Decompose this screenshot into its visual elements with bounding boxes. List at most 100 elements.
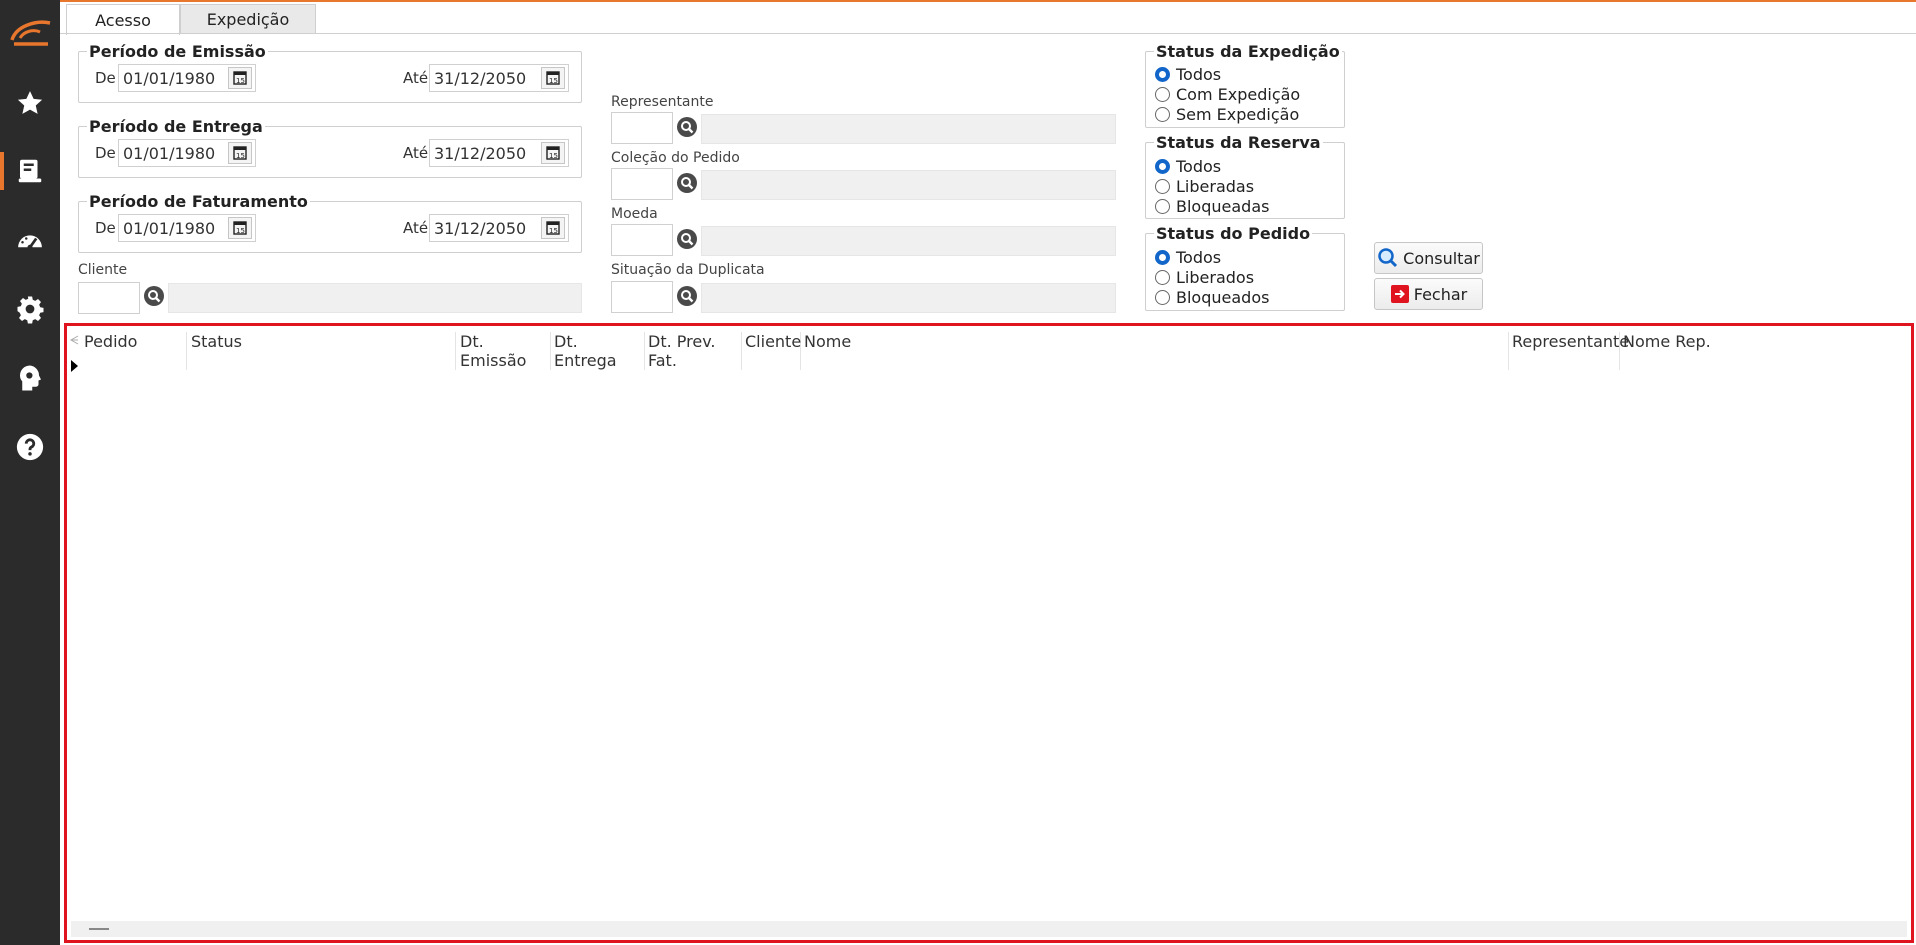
sidebar-item-settings[interactable]: [0, 286, 60, 332]
column-header[interactable]: Pedido: [81, 332, 187, 370]
radio-dot: [1155, 87, 1170, 102]
radio-sem-expedicao[interactable]: Sem Expedição: [1155, 105, 1299, 124]
exit-icon: [1390, 285, 1409, 303]
tab-acesso[interactable]: Acesso: [66, 4, 180, 35]
situacao-description: [701, 283, 1116, 313]
radio-liberados[interactable]: Liberados: [1155, 268, 1254, 287]
brand-logo[interactable]: [6, 14, 56, 50]
calendar-button[interactable]: 15: [541, 142, 565, 164]
calendar-icon: 15: [546, 71, 560, 85]
entrega-de-input[interactable]: 01/01/1980 15: [118, 139, 256, 167]
sidebar-item-intelligence[interactable]: [0, 355, 60, 401]
scrollbar-thumb[interactable]: [89, 928, 109, 930]
faturamento-ate-input[interactable]: 31/12/2050 15: [429, 214, 569, 242]
column-header[interactable]: Nome: [801, 332, 1509, 370]
column-header[interactable]: Dt. Emissão: [457, 332, 551, 370]
date-value: 01/01/1980: [123, 218, 216, 238]
situacao-label: Situação da Duplicata: [611, 262, 765, 278]
situacao-code-input[interactable]: [611, 281, 673, 313]
radio-expedicao-todos[interactable]: Todos: [1155, 65, 1221, 84]
search-icon[interactable]: [676, 172, 698, 194]
calendar-button[interactable]: 15: [228, 67, 252, 89]
horizontal-scrollbar[interactable]: [71, 921, 1907, 937]
radio-bloqueadas[interactable]: Bloqueadas: [1155, 197, 1269, 216]
radio-bloqueados[interactable]: Bloqueados: [1155, 288, 1269, 307]
colecao-code-input[interactable]: [611, 168, 673, 200]
ate-label: Até: [403, 144, 429, 162]
search-icon[interactable]: [676, 285, 698, 307]
results-grid[interactable]: Pedido Status Dt. Emissão Dt. Entrega Dt…: [64, 323, 1914, 943]
star-icon: [17, 91, 43, 114]
calendar-icon: 15: [546, 146, 560, 160]
radio-dot: [1155, 179, 1170, 194]
search-icon[interactable]: [676, 228, 698, 250]
button-label: Consultar: [1403, 248, 1480, 268]
calendar-button[interactable]: 15: [541, 67, 565, 89]
calendar-button[interactable]: 15: [228, 142, 252, 164]
column-resize-icon[interactable]: [69, 334, 79, 346]
radio-dot: [1155, 67, 1170, 82]
sidebar-item-help[interactable]: [0, 424, 60, 470]
svg-text:15: 15: [236, 227, 245, 235]
svg-text:15: 15: [549, 77, 558, 85]
column-header[interactable]: Nome Rep.: [1620, 332, 1820, 370]
radio-dot: [1155, 250, 1170, 265]
radio-liberadas[interactable]: Liberadas: [1155, 177, 1254, 196]
representante-code-input[interactable]: [611, 112, 673, 144]
radio-com-expedicao[interactable]: Com Expedição: [1155, 85, 1300, 104]
svg-text:15: 15: [236, 77, 245, 85]
column-header[interactable]: Representante: [1509, 332, 1629, 370]
sidebar-item-favorites[interactable]: [0, 80, 60, 126]
radio-pedido-todos[interactable]: Todos: [1155, 248, 1221, 267]
sidebar-item-dashboard[interactable]: [0, 218, 60, 264]
emissao-de-input[interactable]: 01/01/1980 15: [118, 64, 256, 92]
radio-label: Todos: [1176, 248, 1222, 267]
svg-text:15: 15: [549, 152, 558, 160]
book-icon: [18, 159, 42, 183]
sidebar: [0, 0, 60, 945]
search-icon[interactable]: [143, 285, 165, 307]
button-label: Fechar: [1413, 284, 1468, 304]
emissao-ate-input[interactable]: 31/12/2050 15: [429, 64, 569, 92]
svg-text:15: 15: [549, 227, 558, 235]
colecao-description: [701, 170, 1116, 200]
calendar-button[interactable]: 15: [228, 217, 252, 239]
column-header[interactable]: Cliente: [742, 332, 801, 370]
date-value: 31/12/2050: [434, 68, 527, 88]
radio-reserva-todos[interactable]: Todos: [1155, 157, 1221, 176]
column-header[interactable]: Dt. Entrega: [551, 332, 645, 370]
sidebar-item-documents[interactable]: [0, 148, 60, 194]
group-title: Status da Expedição: [1156, 42, 1340, 61]
radio-label: Todos: [1176, 65, 1222, 84]
accent-line: [60, 0, 1916, 2]
date-value: 01/01/1980: [123, 143, 216, 163]
ate-label: Até: [403, 219, 429, 237]
colecao-label: Coleção do Pedido: [611, 150, 740, 166]
representante-label: Representante: [611, 94, 714, 110]
calendar-button[interactable]: 15: [541, 217, 565, 239]
fechar-button[interactable]: Fechar: [1374, 278, 1483, 310]
radio-label: Todos: [1176, 157, 1222, 176]
entrega-ate-input[interactable]: 31/12/2050 15: [429, 139, 569, 167]
radio-dot: [1155, 159, 1170, 174]
cliente-description: [168, 283, 582, 313]
app-window: Acesso Expedição Período de Emissão De 0…: [0, 0, 1916, 945]
tab-expedicao[interactable]: Expedição: [180, 4, 316, 34]
search-icon[interactable]: [676, 116, 698, 138]
svg-text:15: 15: [236, 152, 245, 160]
moeda-label: Moeda: [611, 206, 658, 222]
cliente-code-input[interactable]: [78, 282, 140, 314]
column-label: Pedido: [84, 332, 138, 351]
de-label: De: [95, 69, 116, 87]
moeda-code-input[interactable]: [611, 224, 673, 256]
column-label: Dt. Emissão: [460, 332, 527, 370]
radio-dot: [1155, 270, 1170, 285]
consultar-button[interactable]: Consultar: [1374, 242, 1483, 274]
tab-label: Expedição: [206, 10, 290, 29]
faturamento-de-input[interactable]: 01/01/1980 15: [118, 214, 256, 242]
calendar-icon: 15: [233, 221, 247, 235]
date-value: 31/12/2050: [434, 143, 527, 163]
column-header[interactable]: Status: [188, 332, 456, 370]
column-header[interactable]: Dt. Prev. Fat.: [645, 332, 742, 370]
column-label: Representante: [1512, 332, 1630, 351]
